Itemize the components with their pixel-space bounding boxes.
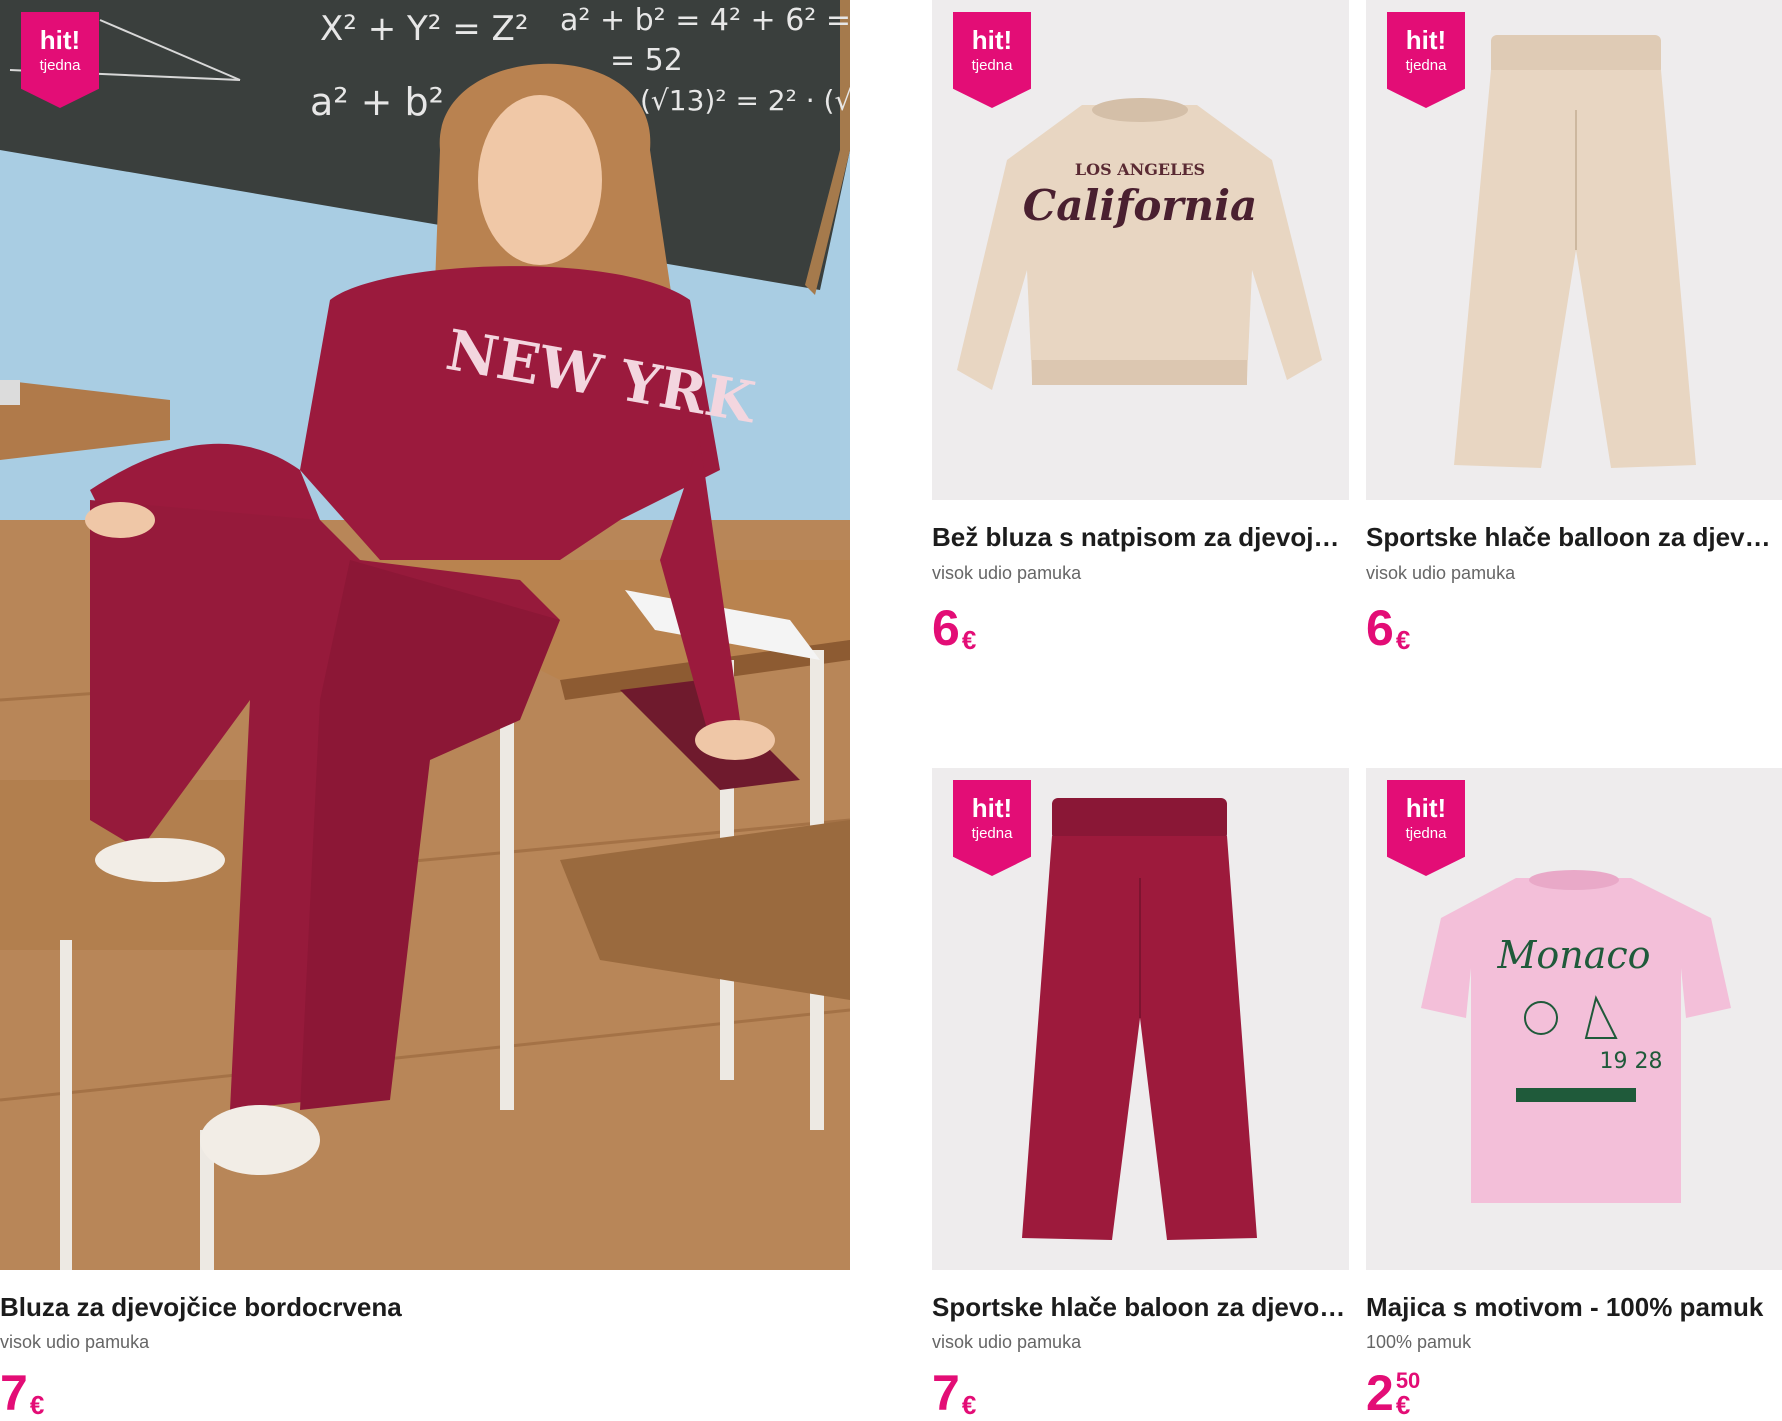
badge-line-2: tjedna bbox=[971, 825, 1013, 842]
badge-line-1: hit! bbox=[1405, 793, 1447, 823]
chalk-line-3: = 52 bbox=[610, 43, 683, 78]
chalk-line-5: (√13)² = 2² · (√13)² bbox=[640, 84, 850, 117]
product-title[interactable]: Bež bluza s natpisom za djevojčice bbox=[932, 522, 1349, 553]
price-integer: 6 bbox=[1366, 600, 1394, 656]
price-integer: 7 bbox=[932, 1365, 960, 1421]
product-subtitle: visok udio pamuka bbox=[1366, 563, 1516, 583]
price-integer: 6 bbox=[932, 600, 960, 656]
product-price: 7 € bbox=[932, 1368, 996, 1418]
price-integer: 7 bbox=[0, 1365, 28, 1421]
product-image[interactable]: LOS ANGELES California hit! tjedna bbox=[932, 0, 1349, 500]
product-price: 6 € bbox=[1366, 603, 1430, 653]
price-currency: € bbox=[961, 1390, 977, 1420]
hit-badge: hit! tjedna bbox=[1387, 780, 1465, 876]
price-currency: € bbox=[961, 625, 977, 655]
product-image[interactable]: hit! tjedna bbox=[1366, 0, 1782, 500]
chalk-line-2: a² + b² = 4² + 6² = bbox=[560, 3, 850, 38]
product-card[interactable]: hit! tjedna Sportske hlače balloon za dj… bbox=[1366, 0, 1782, 680]
badge-line-2: tjedna bbox=[1405, 57, 1447, 74]
badge-line-1: hit! bbox=[1405, 25, 1447, 55]
price-currency: € bbox=[1395, 1390, 1411, 1420]
hit-badge: hit! tjedna bbox=[953, 780, 1031, 876]
product-card[interactable]: hit! tjedna Sportske hlače baloon za dje… bbox=[932, 768, 1349, 1418]
product-card[interactable]: LOS ANGELES California hit! tjedna Bež b… bbox=[932, 0, 1349, 680]
badge-line-2: tjedna bbox=[971, 57, 1013, 74]
badge-line-2: tjedna bbox=[39, 57, 81, 74]
price-decimal: 50 bbox=[1395, 1368, 1421, 1393]
product-title[interactable]: Bluza za djevojčice bordocrvena bbox=[0, 1292, 820, 1323]
product-title[interactable]: Sportske hlače baloon za djevojčice bbox=[932, 1292, 1349, 1323]
product-image[interactable]: X² + Y² = Z² a² + b² = 4² + 6² = = 52 a²… bbox=[0, 0, 850, 1270]
price-integer: 2 bbox=[1366, 1365, 1394, 1421]
sweatshirt-print-main: California bbox=[1023, 181, 1257, 230]
badge-line-2: tjedna bbox=[1405, 825, 1447, 842]
badge-line-1: hit! bbox=[971, 793, 1013, 823]
product-subtitle: visok udio pamuka bbox=[932, 563, 1082, 583]
tee-print-main: Monaco bbox=[1496, 933, 1650, 977]
product-subtitle: 100% pamuk bbox=[1366, 1332, 1472, 1352]
product-price: 7 € bbox=[0, 1368, 64, 1418]
product-price: 2 50 € bbox=[1366, 1368, 1430, 1418]
hit-badge: hit! tjedna bbox=[953, 12, 1031, 108]
product-image[interactable]: hit! tjedna bbox=[932, 768, 1349, 1270]
chalk-line-1: X² + Y² = Z² bbox=[320, 9, 528, 49]
product-price: 6 € bbox=[932, 603, 996, 653]
product-card[interactable]: X² + Y² = Z² a² + b² = 4² + 6² = = 52 a²… bbox=[0, 0, 850, 1418]
product-title[interactable]: Sportske hlače balloon za djevojčice bbox=[1366, 522, 1782, 553]
hero-photo: X² + Y² = Z² a² + b² = 4² + 6² = = 52 a²… bbox=[0, 0, 850, 1270]
hit-badge: hit! tjedna bbox=[21, 12, 99, 108]
badge-line-1: hit! bbox=[39, 25, 81, 55]
product-card[interactable]: Monaco 19 28 hit! tjedna Majica s motivo… bbox=[1366, 768, 1782, 1418]
product-title[interactable]: Majica s motivom - 100% pamuk bbox=[1366, 1292, 1782, 1323]
badge-line-1: hit! bbox=[971, 25, 1013, 55]
product-subtitle: visok udio pamuka bbox=[932, 1332, 1082, 1352]
price-currency: € bbox=[29, 1390, 45, 1420]
product-image[interactable]: Monaco 19 28 hit! tjedna bbox=[1366, 768, 1782, 1270]
product-subtitle: visok udio pamuka bbox=[0, 1332, 150, 1352]
tee-print-number: 19 28 bbox=[1600, 1049, 1663, 1074]
price-currency: € bbox=[1395, 625, 1411, 655]
sweatshirt-print-top: LOS ANGELES bbox=[1075, 160, 1205, 179]
hit-badge: hit! tjedna bbox=[1387, 12, 1465, 108]
